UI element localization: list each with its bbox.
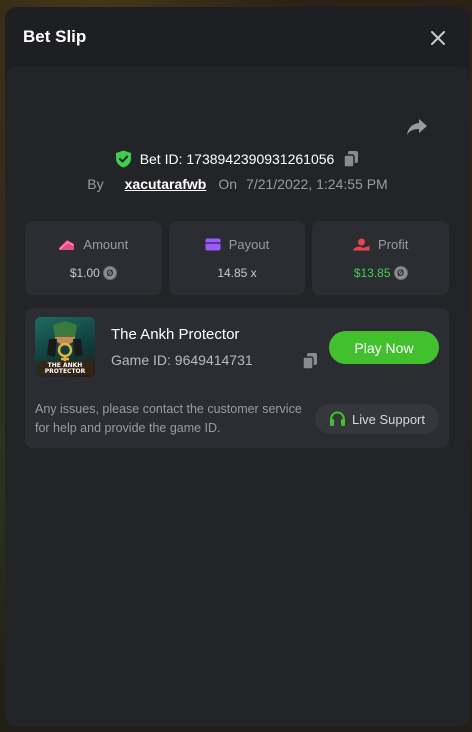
close-icon (431, 31, 445, 45)
by-label: By (87, 176, 104, 192)
copy-icon[interactable] (301, 352, 319, 370)
game-id: Game ID: 9649414731 (111, 352, 253, 368)
stat-profit: Profit $13.85 Ø (312, 221, 450, 295)
close-button[interactable] (427, 27, 449, 49)
stats-row: Amount $1.00 Ø Payout 14.85 x Profit $13… (25, 221, 450, 295)
stat-amount: Amount $1.00 Ø (25, 221, 162, 295)
bet-meta-row: By xacutarafwb On 7/21/2022, 1:24:55 PM (5, 173, 470, 195)
modal-header: Bet Slip (5, 7, 470, 67)
profit-label: Profit (378, 236, 409, 252)
live-support-button[interactable]: Live Support (315, 404, 439, 434)
amount-value: $1.00 (69, 265, 100, 280)
support-message: Any issues, please contact the customer … (35, 402, 302, 435)
bet-slip-modal: Bet Slip Bet ID: 1738942390931261056 By … (5, 7, 470, 727)
money-icon (59, 239, 75, 250)
hand-coin-icon (353, 238, 370, 250)
coin-icon: Ø (393, 265, 408, 280)
username-link[interactable]: xacutarafwb (125, 176, 207, 192)
on-label: On (218, 176, 238, 192)
bet-id: Bet ID: 1738942390931261056 (139, 151, 335, 167)
svg-text:PROTECTOR: PROTECTOR (45, 368, 86, 375)
stat-payout: Payout 14.85 x (168, 221, 306, 295)
share-button[interactable] (405, 115, 429, 139)
modal-title: Bet Slip (23, 27, 87, 46)
amount-label: Amount (83, 236, 129, 252)
headset-icon (330, 411, 345, 426)
coin-icon: Ø (102, 265, 117, 280)
game-art-image: THE ANKH PROTECTOR (37, 321, 93, 375)
bet-id-row: Bet ID: 1738942390931261056 (5, 147, 470, 171)
shield-check-icon (115, 150, 131, 168)
bet-date: 7/21/2022, 1:24:55 PM (246, 176, 388, 192)
profit-value: $13.85 (353, 265, 391, 280)
share-icon (407, 119, 427, 135)
copy-icon[interactable] (342, 150, 360, 168)
payout-value: 14.85 x (217, 265, 257, 280)
play-now-button[interactable]: Play Now (329, 331, 439, 364)
modal-body: Bet ID: 1738942390931261056 By xacutaraf… (5, 67, 470, 727)
game-card: THE ANKH PROTECTOR The Ankh Protector Ga… (25, 308, 449, 448)
card-icon (205, 238, 221, 250)
game-thumbnail[interactable]: THE ANKH PROTECTOR (35, 317, 95, 377)
game-name: The Ankh Protector (111, 326, 240, 343)
live-support-label: Live Support (352, 411, 425, 427)
payout-label: Payout (228, 236, 270, 252)
